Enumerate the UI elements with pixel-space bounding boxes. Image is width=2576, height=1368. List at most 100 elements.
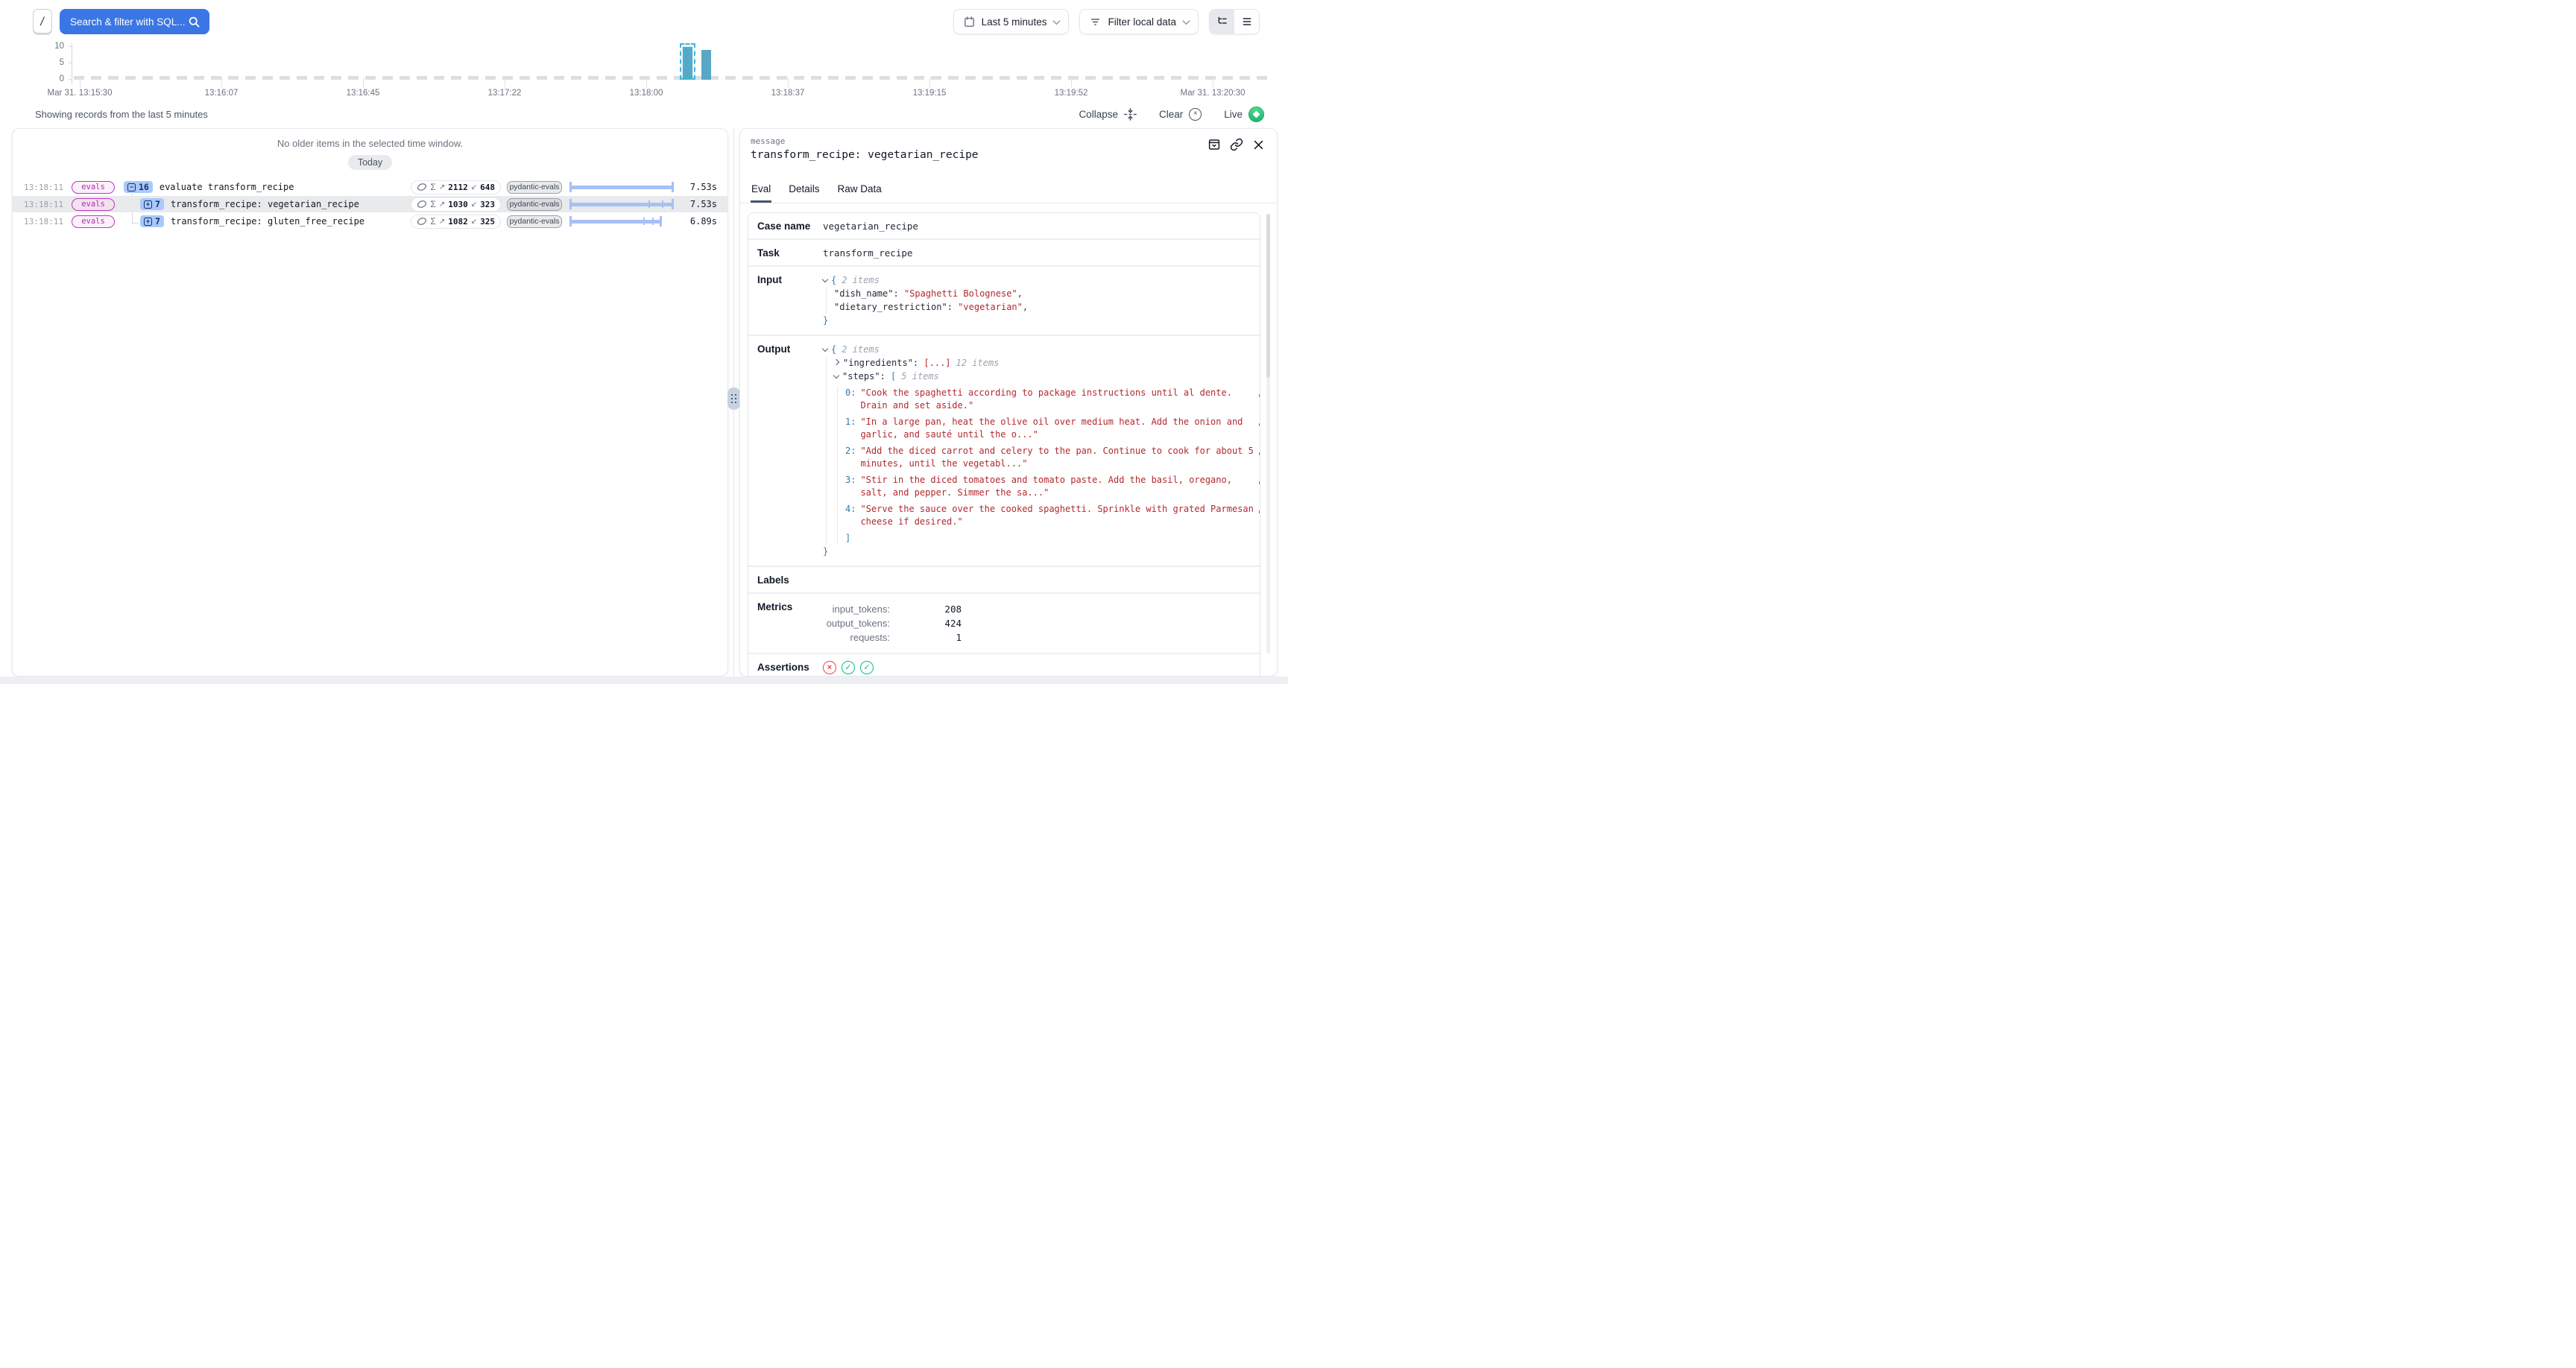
x-axis-tick xyxy=(1071,77,1072,87)
dock-panel-button[interactable] xyxy=(1208,138,1221,151)
steps-node[interactable]: "steps": [ 5 items xyxy=(834,370,1260,383)
expand-children-icon: + xyxy=(144,200,152,209)
x-axis-tick xyxy=(363,77,364,87)
json-entry: "dietary_restriction": "vegetarian", xyxy=(834,301,1251,314)
pydantic-evals-chip[interactable]: pydantic-evals xyxy=(507,215,562,228)
trace-timestamp: 13:18:11 xyxy=(24,183,63,192)
case-name-row: Case name vegetarian_recipe xyxy=(748,213,1260,238)
expand-node-icon[interactable] xyxy=(833,359,839,365)
assertion-fail-icon[interactable]: × xyxy=(823,661,836,674)
trace-row-selected[interactable]: 13:18:11 evals + 7 transform_recipe: veg… xyxy=(13,196,727,212)
evals-tag[interactable]: evals xyxy=(72,215,115,228)
date-chip[interactable]: Today xyxy=(348,155,392,170)
filter-dropdown[interactable]: Filter local data xyxy=(1079,9,1199,34)
assertion-pass-icon[interactable]: ✓ xyxy=(860,661,874,674)
metric-item: requests: 1 xyxy=(823,632,962,643)
x-axis-tick-label: 13:16:07 xyxy=(205,89,239,98)
trace-row[interactable]: 13:18:11 evals − 16 evaluate transform_r… xyxy=(13,179,727,195)
trace-timestamp: 13:18:11 xyxy=(24,217,63,227)
x-axis-tick-label: 13:18:00 xyxy=(630,89,663,98)
tab-raw-data[interactable]: Raw Data xyxy=(837,179,883,203)
metric-item: output_tokens: 424 xyxy=(823,618,962,629)
step-text: "Add the diced carrot and celery to the … xyxy=(860,445,1257,470)
collapse-node-icon[interactable] xyxy=(822,276,828,282)
metric-name: requests: xyxy=(823,632,890,643)
step-text: "Serve the sauce over the cooked spaghet… xyxy=(860,503,1257,528)
slash-shortcut-key[interactable]: / xyxy=(33,9,52,34)
detail-scroll-area[interactable]: Case name vegetarian_recipe Task transfo… xyxy=(740,203,1277,677)
token-usage-badge[interactable]: Σ ↗ 2112 ↙ 648 xyxy=(411,180,501,194)
output-json-viewer[interactable]: { 2 items "ingredients": [...] 12 items xyxy=(823,343,1260,559)
activity-timeline-chart[interactable]: 10 5 0 Mar 31. 13:15:30 13:16:07 13:16:4… xyxy=(0,41,1288,104)
copy-link-button[interactable] xyxy=(1230,138,1243,151)
span-count-badge[interactable]: − 16 xyxy=(124,181,153,193)
span-count-badge[interactable]: + 7 xyxy=(140,215,164,227)
list-view-button[interactable] xyxy=(1234,10,1259,34)
panel-resize-handle[interactable] xyxy=(727,387,740,410)
collapse-node-icon[interactable] xyxy=(822,346,828,352)
tab-eval[interactable]: Eval xyxy=(751,179,771,203)
token-usage-badge[interactable]: Σ ↗ 1030 ↙ 323 xyxy=(411,197,501,212)
detail-header: message transform_recipe: vegetarian_rec… xyxy=(740,129,1277,161)
child-span-count: 16 xyxy=(139,182,149,192)
clear-icon: × xyxy=(1189,108,1202,121)
evals-tag[interactable]: evals xyxy=(72,198,115,211)
coin-icon xyxy=(417,216,427,227)
search-button[interactable]: Search & filter with SQL... xyxy=(60,9,209,34)
json-entry: "dish_name": "Spaghetti Bolognese", xyxy=(834,288,1251,300)
x-axis-tick-label: 13:19:15 xyxy=(913,89,947,98)
histogram-bar[interactable] xyxy=(701,50,711,80)
live-label: Live xyxy=(1224,109,1243,120)
link-icon xyxy=(1230,138,1243,151)
span-count-badge[interactable]: + 7 xyxy=(140,198,164,210)
array-index: 0: xyxy=(845,387,856,399)
collapse-button[interactable]: Collapse xyxy=(1079,108,1137,121)
ingredients-node[interactable]: "ingredients": [...] 12 items xyxy=(834,357,1260,370)
empty-window-notice: No older items in the selected time wind… xyxy=(13,138,727,149)
token-usage-badge[interactable]: Σ ↗ 1082 ↙ 325 xyxy=(411,215,501,229)
tree-view-icon xyxy=(1216,16,1228,28)
detail-header-actions xyxy=(1208,138,1265,151)
tree-view-button[interactable] xyxy=(1210,10,1234,34)
step-item: 4: "Serve the sauce over the cooked spag… xyxy=(845,503,1260,528)
detail-tabs: Eval Details Raw Data xyxy=(740,179,1277,203)
live-indicator-icon xyxy=(1248,107,1264,122)
collapsed-array-icon[interactable]: [...] xyxy=(924,357,950,370)
assertion-pass-icon[interactable]: ✓ xyxy=(842,661,855,674)
clear-label: Clear xyxy=(1159,109,1183,120)
json-string-value: "Spaghetti Bolognese" xyxy=(904,288,1017,300)
pydantic-evals-chip[interactable]: pydantic-evals xyxy=(507,198,562,211)
x-axis-tick-label: 13:19:52 xyxy=(1055,89,1088,98)
array-index: 4: xyxy=(845,503,856,516)
span-name: transform_recipe: gluten_free_recipe xyxy=(171,216,364,227)
metric-item: input_tokens: 208 xyxy=(823,604,962,615)
evals-tag[interactable]: evals xyxy=(72,181,115,194)
metric-value: 424 xyxy=(890,618,962,629)
x-axis-tick xyxy=(788,77,789,87)
step-text: "Stir in the diced tomatoes and tomato p… xyxy=(860,474,1257,499)
expand-children-icon: + xyxy=(144,218,152,226)
input-tokens-count: 1082 xyxy=(448,217,468,227)
scrollbar-thumb[interactable] xyxy=(1266,214,1270,378)
child-span-count: 7 xyxy=(155,216,160,227)
tab-details[interactable]: Details xyxy=(788,179,820,203)
sigma-icon: Σ xyxy=(430,199,435,209)
metric-name: output_tokens: xyxy=(823,618,890,629)
metric-value: 208 xyxy=(890,604,962,615)
trace-row[interactable]: 13:18:11 evals + 7 transform_recipe: glu… xyxy=(13,213,727,229)
json-key: "steps": xyxy=(842,370,886,383)
step-item: 2: "Add the diced carrot and celery to t… xyxy=(845,445,1260,470)
pydantic-evals-chip[interactable]: pydantic-evals xyxy=(507,181,562,194)
clear-button[interactable]: Clear × xyxy=(1159,108,1202,121)
duration-bar xyxy=(569,215,674,227)
live-toggle-button[interactable]: Live xyxy=(1224,107,1264,122)
close-panel-button[interactable] xyxy=(1252,139,1265,151)
time-range-dropdown[interactable]: Last 5 minutes xyxy=(953,9,1070,34)
assertions-label: Assertions xyxy=(757,661,823,674)
y-axis-tick xyxy=(69,79,72,80)
input-tokens-arrow-icon: ↗ xyxy=(439,218,445,226)
input-json-viewer[interactable]: { 2 items "dish_name": "Spaghetti Bologn… xyxy=(823,273,1251,328)
step-text: "Cook the spaghetti according to package… xyxy=(860,387,1257,412)
collapse-node-icon[interactable] xyxy=(833,373,839,379)
time-selection-region[interactable] xyxy=(680,43,695,80)
